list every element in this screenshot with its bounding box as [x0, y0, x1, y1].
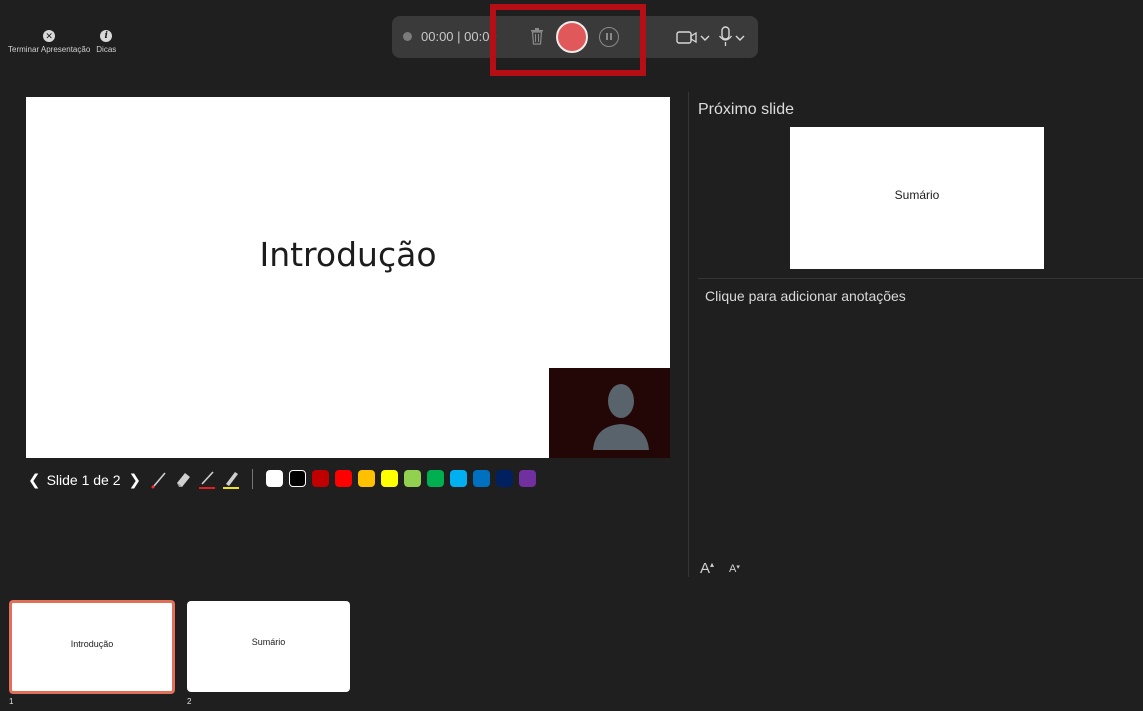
color-swatches — [266, 470, 536, 487]
thumbnail-title: Sumário — [251, 637, 286, 647]
camera-icon[interactable] — [676, 29, 712, 47]
color-swatch[interactable] — [358, 470, 375, 487]
thumbnail-title: Introdução — [70, 639, 114, 649]
slide-thumbnail-1[interactable]: Introdução — [9, 600, 175, 694]
eraser-icon[interactable] — [174, 468, 192, 490]
highlighter-icon[interactable] — [222, 468, 240, 490]
previous-slide-button[interactable]: ❮ — [28, 471, 41, 489]
next-slide-preview[interactable]: Sumário — [790, 127, 1044, 269]
current-slide[interactable]: Introdução — [26, 97, 670, 458]
person-silhouette-icon — [593, 384, 649, 450]
color-swatch[interactable] — [335, 470, 352, 487]
color-swatch[interactable] — [404, 470, 421, 487]
color-swatch[interactable] — [519, 470, 536, 487]
pen-tools — [150, 468, 259, 490]
thumbnail-number: 1 — [9, 697, 14, 706]
color-swatch[interactable] — [266, 470, 283, 487]
color-swatch[interactable] — [289, 470, 306, 487]
next-slide-label: Próximo slide — [698, 101, 795, 118]
color-swatch[interactable] — [312, 470, 329, 487]
decrease-font-button[interactable]: A▾ — [729, 563, 740, 575]
current-slide-title: Introdução — [259, 235, 437, 274]
next-slide-title: Sumário — [894, 188, 940, 202]
slide-thumbnail-2[interactable]: Sumário — [187, 601, 350, 692]
record-indicator-icon — [403, 32, 412, 41]
increase-font-label: A — [700, 560, 711, 577]
color-swatch[interactable] — [427, 470, 444, 487]
slide-navigation: ❮ Slide 1 de 2 ❯ — [28, 471, 141, 489]
slide-counter: Slide 1 de 2 — [46, 472, 121, 488]
close-circle-icon: ✕ — [43, 30, 56, 42]
notes-divider — [698, 278, 1143, 279]
color-swatch[interactable] — [381, 470, 398, 487]
info-icon: i — [100, 30, 113, 42]
color-swatch[interactable] — [496, 470, 513, 487]
color-swatch[interactable] — [450, 470, 467, 487]
microphone-icon[interactable] — [717, 26, 747, 48]
camera-preview — [549, 368, 670, 458]
notes-area[interactable]: Clique para adicionar anotações — [705, 288, 906, 304]
next-slide-button[interactable]: ❯ — [129, 471, 142, 489]
thumbnail-number: 2 — [187, 697, 192, 706]
laser-pointer-icon[interactable] — [150, 468, 168, 490]
highlight-annotation-box — [490, 4, 646, 76]
end-presentation-button[interactable]: ✕ Terminar Apresentação — [8, 30, 90, 54]
end-presentation-label: Terminar Apresentação — [8, 45, 91, 54]
toolbar-separator — [252, 469, 253, 489]
top-left-controls: ✕ Terminar Apresentação i Dicas — [8, 30, 116, 54]
tips-label: Dicas — [96, 45, 117, 54]
increase-font-button[interactable]: A▴ — [700, 560, 714, 577]
color-swatch[interactable] — [473, 470, 490, 487]
pen-icon[interactable] — [198, 468, 216, 490]
tips-button[interactable]: i Dicas — [96, 30, 116, 54]
panel-divider — [688, 92, 689, 577]
